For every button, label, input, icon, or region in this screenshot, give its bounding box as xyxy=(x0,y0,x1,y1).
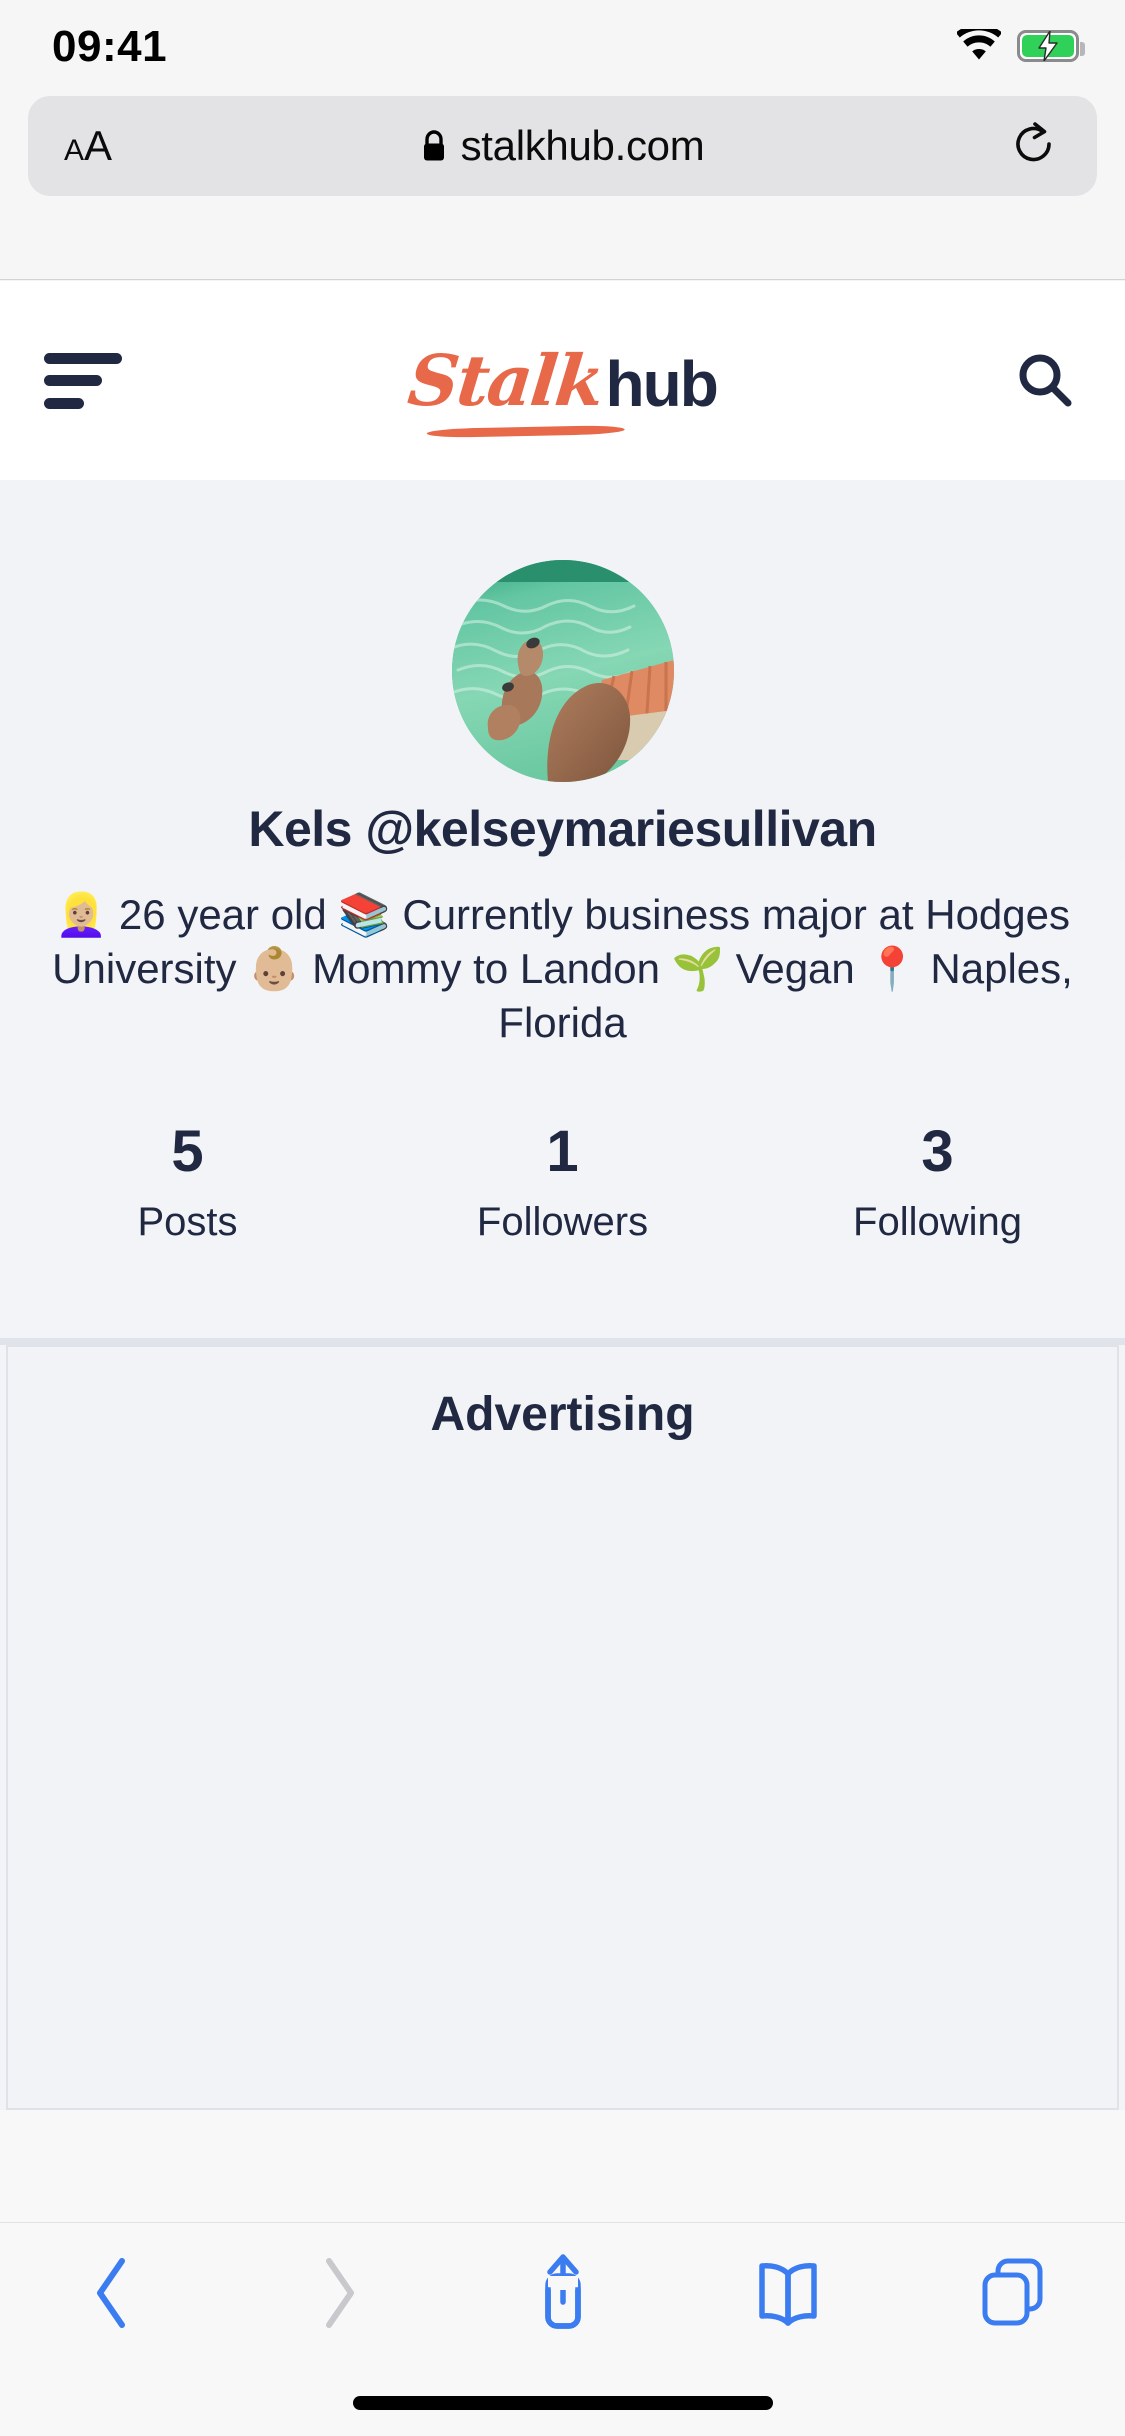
profile-bio: 👱🏼‍♀️ 26 year old 📚 Currently business m… xyxy=(52,891,1073,1046)
search-icon[interactable] xyxy=(1013,349,1077,413)
stat-following-value: 3 xyxy=(921,1119,954,1184)
battery-charging-bolt-icon xyxy=(1038,31,1058,61)
stat-posts-label: Posts xyxy=(137,1199,238,1244)
share-icon xyxy=(544,2254,581,2329)
stat-posts-value: 5 xyxy=(171,1119,204,1184)
back-icon xyxy=(96,2258,125,2328)
site-logo[interactable]: Stalk hub xyxy=(403,338,719,438)
logo-underline-swoosh xyxy=(426,424,625,438)
tabs-button[interactable] xyxy=(900,2223,1125,2363)
share-button[interactable] xyxy=(450,2223,675,2363)
avatar[interactable] xyxy=(451,560,674,782)
url-text: stalkhub.com xyxy=(460,122,705,169)
browser-toolbar-bottom xyxy=(0,2222,1125,2436)
address-bar[interactable]: AA stalkhub.com xyxy=(28,96,1097,196)
logo-stalk-text: Stalk xyxy=(403,338,606,422)
reload-icon[interactable] xyxy=(1011,122,1057,170)
status-bar-indicators xyxy=(957,24,1085,68)
browser-chrome-top: AA stalkhub.com xyxy=(0,88,1125,280)
stat-following[interactable]: 3 Following xyxy=(750,1120,1125,1270)
stat-followers-label: Followers xyxy=(476,1199,649,1244)
stat-following-label: Following xyxy=(853,1199,1022,1244)
advertising-title: Advertising xyxy=(430,1388,695,1441)
profile-display-name: Kels @kelseymariesullivan xyxy=(248,801,877,857)
bookmarks-icon xyxy=(758,2263,817,2326)
hamburger-bar-2 xyxy=(44,375,102,386)
forward-icon xyxy=(325,2258,354,2328)
hamburger-bar-3 xyxy=(44,397,84,409)
address-bar-content: stalkhub.com xyxy=(28,122,1097,170)
logo-hub-text: hub xyxy=(605,347,719,420)
stat-followers[interactable]: 1 Followers xyxy=(375,1120,750,1270)
profile-stats: 5 Posts 1 Followers 3 Following xyxy=(0,1120,1125,1270)
lock-icon xyxy=(423,130,444,161)
page-bottom-spacer xyxy=(0,2110,1125,2222)
browser-toolbar-buttons xyxy=(0,2223,1125,2363)
site-header: Stalk hub xyxy=(0,281,1125,480)
section-divider xyxy=(0,1338,1125,1345)
status-bar: 09:41 xyxy=(0,0,1125,88)
status-bar-time: 09:41 xyxy=(52,22,168,71)
battery-icon xyxy=(1017,30,1085,62)
wifi-icon xyxy=(957,29,1001,60)
home-indicator xyxy=(352,2396,773,2410)
hamburger-menu-icon[interactable] xyxy=(44,352,122,409)
advertising-section: Advertising xyxy=(6,1345,1119,2110)
hamburger-bar-1 xyxy=(44,352,122,364)
avatar-photo xyxy=(451,560,674,782)
tabs-icon xyxy=(982,2258,1042,2326)
screen: 09:41 AA stalkhub.com Stalk hub Kels @ke… xyxy=(0,0,1125,2436)
forward-button[interactable] xyxy=(225,2223,450,2363)
stat-followers-value: 1 xyxy=(546,1119,579,1184)
stat-posts[interactable]: 5 Posts xyxy=(0,1120,375,1270)
bookmarks-button[interactable] xyxy=(675,2223,900,2363)
back-button[interactable] xyxy=(0,2223,225,2363)
